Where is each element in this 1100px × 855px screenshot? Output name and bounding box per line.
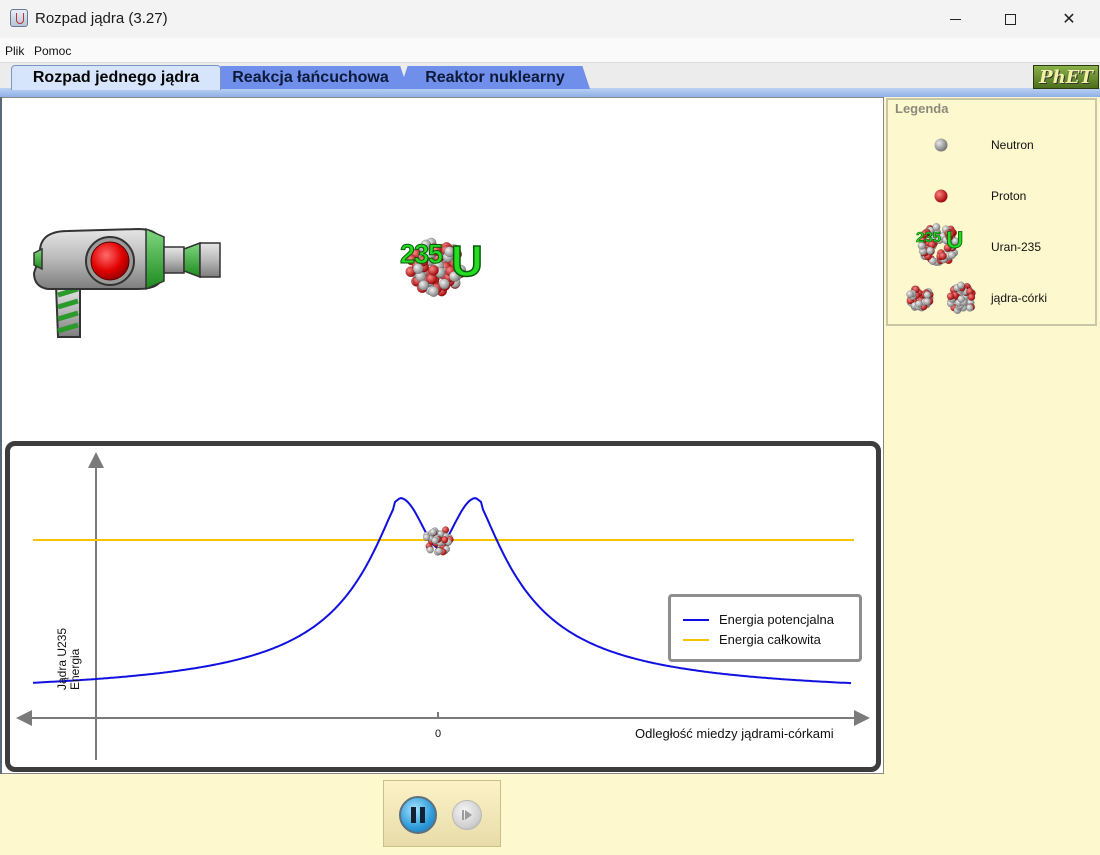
neutron-gun[interactable] <box>28 225 224 343</box>
menu-help[interactable]: Pomoc <box>34 44 71 58</box>
legend-neutron-label: Neutron <box>991 138 1034 152</box>
title-bar: Rozpad jądra (3.27) ✕ <box>0 0 1100 38</box>
tab-chain-reaction[interactable]: Reakcja łańcuchowa <box>213 66 408 89</box>
legend-potential-energy: Energia potencjalna <box>683 612 834 627</box>
menu-file[interactable]: Plik <box>5 44 24 58</box>
java-app-icon <box>10 9 28 27</box>
minimize-button[interactable] <box>932 0 978 38</box>
minimize-icon <box>949 18 961 20</box>
legend-uranium-label: Uran-235 <box>991 240 1042 254</box>
nucleus-mass-number: 235 <box>399 239 443 270</box>
legend-panel-title: Legenda <box>893 101 951 116</box>
y-axis-label: Jądra U235 Energia <box>55 610 82 690</box>
legend-symbol: U <box>946 227 964 254</box>
close-icon: ✕ <box>1062 11 1076 28</box>
maximize-icon <box>1004 13 1016 25</box>
potential-energy-swatch <box>683 618 709 621</box>
daughter-nucleus-a <box>906 285 934 312</box>
chart-legend: Energia potencjalna Energia całkowita <box>668 594 862 662</box>
tab-single-nucleus[interactable]: Rozpad jednego jądra <box>11 65 221 90</box>
nucleus-symbol: U <box>450 237 483 286</box>
maximize-button[interactable] <box>987 0 1033 38</box>
menu-bar: Plik Pomoc <box>0 38 1100 62</box>
tab-nuclear-reactor[interactable]: Reaktor nuklearny <box>400 66 590 89</box>
proton-icon <box>934 189 948 203</box>
close-button[interactable]: ✕ <box>1046 0 1092 38</box>
pause-button[interactable] <box>399 796 437 834</box>
step-icon <box>462 810 472 820</box>
pause-icon-bar-left <box>411 807 416 823</box>
daughter-nucleus-b <box>946 281 976 315</box>
left-edge-strip <box>0 97 2 774</box>
step-button[interactable] <box>452 800 482 830</box>
legend-panel: Legenda Neutron Proton 235 U Uran-235 ją… <box>886 98 1097 326</box>
window-title: Rozpad jądra (3.27) <box>35 10 168 27</box>
pause-icon-bar-right <box>420 807 425 823</box>
legend-total-energy-label: Energia całkowita <box>719 632 821 647</box>
uranium-235-nucleus[interactable]: 235 U <box>399 226 489 306</box>
x-tick-zero: 0 <box>435 728 442 740</box>
legend-mass-number: 235 <box>916 229 942 247</box>
y-axis-label-line2: Energia <box>68 648 82 690</box>
legend-potential-energy-label: Energia potencjalna <box>719 612 834 627</box>
daughter-nuclei-icon <box>904 280 984 316</box>
x-axis-label: Odległość miedzy jądrami-córkami <box>635 726 834 741</box>
legend-proton-label: Proton <box>991 189 1027 203</box>
total-energy-swatch <box>683 638 709 641</box>
legend-total-energy: Energia całkowita <box>683 632 821 647</box>
uranium-235-icon: 235 U <box>914 219 968 271</box>
neutron-icon <box>934 138 948 152</box>
phet-logo[interactable]: PhET <box>1033 65 1099 89</box>
legend-daughter-label: jądra-córki <box>991 291 1048 305</box>
